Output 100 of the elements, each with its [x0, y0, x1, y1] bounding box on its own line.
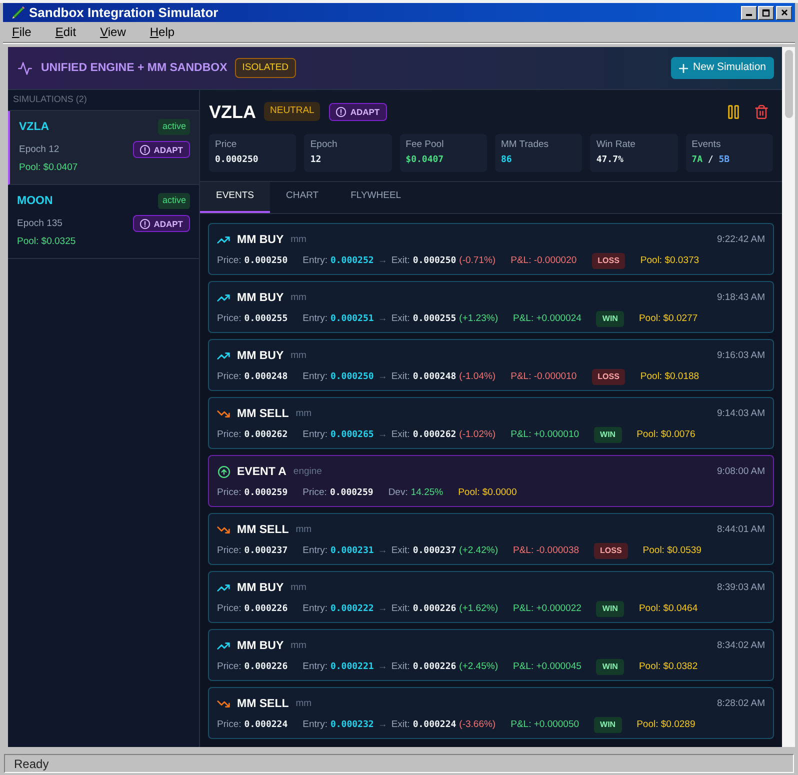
result-badge: WIN — [596, 311, 624, 327]
new-simulation-button[interactable]: New Simulation — [671, 57, 774, 79]
change-percent: (+2.42%) — [459, 545, 498, 557]
profit-loss-value: P&L: +0.000022 — [512, 603, 582, 615]
trend-up-icon — [217, 642, 230, 650]
profit-loss-value: P&L: -0.000010 — [510, 371, 577, 383]
sentiment-badge: NEUTRAL — [264, 102, 320, 121]
exit-label: Exit: — [391, 661, 410, 673]
profit-loss-value: P&L: -0.000038 — [512, 545, 580, 557]
result-badge: LOSS — [592, 369, 626, 385]
change-percent: (+1.23%) — [459, 313, 498, 325]
simulation-item[interactable]: MOON active Epoch 135 ADAPT Pool: $0.0325 — [8, 185, 199, 259]
tab[interactable]: CHART — [270, 182, 335, 213]
price-value: 0.000259 — [330, 487, 374, 499]
simulation-name: MOON — [17, 194, 53, 208]
result-badge: WIN — [594, 717, 622, 733]
mode-label: ADAPT — [154, 144, 183, 154]
event-time: 9:22:42 AM — [716, 234, 765, 246]
pool-value: Pool: $0.0382 — [638, 661, 698, 673]
close-button[interactable] — [776, 6, 792, 20]
profit-loss-value: P&L: -0.000020 — [510, 255, 577, 267]
result-badge: LOSS — [594, 543, 628, 559]
simulation-item[interactable]: VZLA active Epoch 12 ADAPT Pool: $0.0407 — [8, 111, 199, 185]
entry-label: Entry: — [302, 545, 328, 557]
profit-loss-value: P&L: +0.000010 — [510, 429, 580, 441]
price-value: 0.000237 — [244, 545, 288, 557]
exit-label: Exit: — [391, 255, 410, 267]
change-percent: (+2.45%) — [459, 661, 498, 673]
menu-item[interactable]: Edit — [55, 25, 76, 39]
price-value: 0.000226 — [244, 661, 288, 673]
price-value: 0.000259 — [244, 487, 288, 499]
trend-up-icon — [217, 236, 230, 244]
menu-item[interactable]: View — [100, 25, 126, 39]
exit-label: Exit: — [391, 429, 410, 441]
result-badge: WIN — [596, 601, 624, 617]
event-time: 8:28:02 AM — [716, 698, 765, 710]
profit-loss-value: P&L: +0.000050 — [510, 719, 580, 731]
pool-value: Pool: $0.0076 — [636, 429, 696, 441]
stat-value: 7A / 5B — [692, 154, 731, 166]
price-label: Price: — [302, 487, 327, 499]
stat-value: 0.000250 — [215, 154, 260, 166]
stat-label: Events — [692, 139, 722, 151]
pause-icon[interactable] — [728, 104, 739, 118]
stat-label: Win Rate — [596, 139, 636, 151]
pool-value: Pool: $0.0289 — [636, 719, 696, 731]
menu-item[interactable]: Help — [150, 25, 175, 39]
profit-loss-value: P&L: +0.000024 — [512, 313, 582, 325]
stat-value: 86 — [501, 154, 513, 166]
maximize-icon — [762, 8, 770, 16]
event-source: mm — [290, 350, 306, 362]
trend-up-icon — [217, 584, 230, 592]
event-title: MM BUY — [237, 233, 284, 247]
event-title: EVENT A — [237, 465, 286, 479]
tab[interactable]: EVENTS — [200, 182, 270, 213]
event-time: 9:08:00 AM — [716, 466, 765, 478]
event-source: mm — [296, 408, 312, 420]
entry-label: Entry: — [302, 429, 328, 441]
minimize-button[interactable] — [741, 6, 757, 20]
event-source: mm — [290, 292, 306, 304]
price-label: Price: — [217, 313, 242, 325]
entry-value: 0.000265 — [330, 429, 374, 441]
change-percent: (-1.02%) — [459, 429, 496, 441]
entry-label: Entry: — [302, 603, 328, 615]
entry-label: Entry: — [302, 255, 328, 267]
event-time: 9:14:03 AM — [716, 408, 765, 420]
arrow-symbol: → — [378, 719, 388, 731]
event-title: MM SELL — [237, 697, 289, 711]
exit-label: Exit: — [391, 545, 410, 557]
activity-icon — [18, 62, 32, 74]
result-badge: WIN — [594, 427, 622, 443]
exit-value: 0.000237 — [412, 545, 456, 557]
tab[interactable]: FLYWHEEL — [334, 182, 418, 213]
deviation-label: Dev: — [388, 487, 408, 499]
entry-value: 0.000250 — [330, 371, 374, 383]
simulation-name: VZLA — [19, 120, 50, 134]
simulation-title: VZLA — [209, 100, 256, 122]
exit-value: 0.000248 — [412, 371, 456, 383]
event-title: MM BUY — [237, 349, 284, 363]
price-label: Price: — [217, 545, 242, 557]
change-percent: (-3.66%) — [459, 719, 496, 731]
event-title: MM BUY — [237, 291, 284, 305]
result-badge: WIN — [596, 659, 624, 675]
deviation-value: 14.25% — [410, 487, 444, 499]
arrow-up-circle-icon — [218, 466, 230, 478]
menu-item[interactable]: File — [12, 25, 32, 39]
status-badge: active — [158, 193, 190, 209]
exit-label: Exit: — [391, 719, 410, 731]
price-label: Price: — [217, 371, 242, 383]
scrollbar-thumb[interactable] — [784, 50, 792, 118]
status-badge: active — [158, 119, 190, 135]
price-label: Price: — [217, 487, 242, 499]
price-label: Price: — [217, 429, 242, 441]
event-title: MM SELL — [237, 523, 289, 537]
maximize-button[interactable] — [758, 6, 774, 20]
status-bar: Ready — [4, 754, 794, 773]
event-time: 8:34:02 AM — [716, 640, 765, 652]
trash-icon[interactable] — [755, 104, 768, 118]
exit-value: 0.000224 — [412, 719, 456, 731]
pool-value: Pool: $0.0325 — [17, 236, 76, 248]
epoch-text: Epoch 12 — [19, 144, 60, 156]
